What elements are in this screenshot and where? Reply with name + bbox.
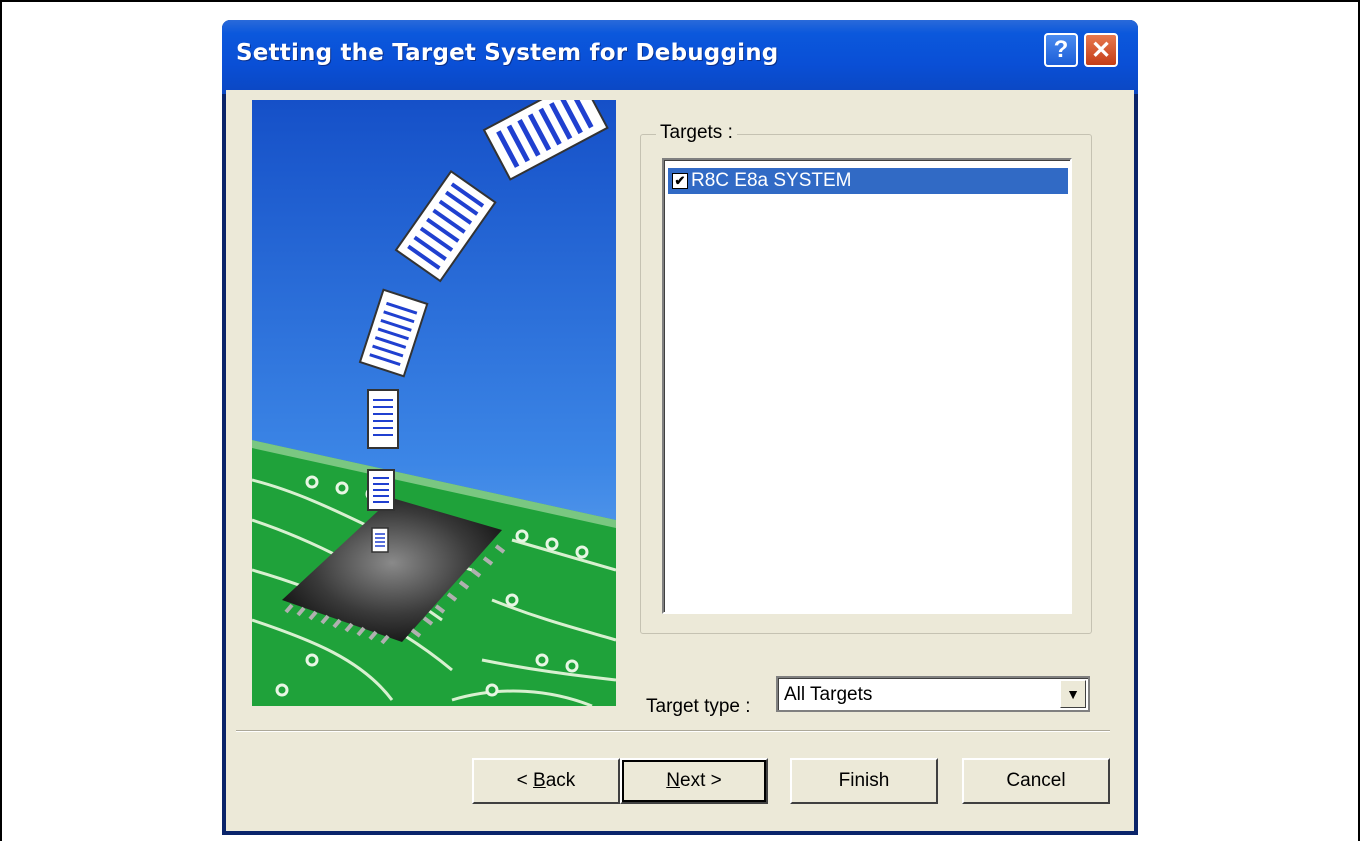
dialog-client-area: Targets : ✔ R8C E8a SYSTEM Target type :…	[226, 90, 1134, 831]
next-button-rest: ext >	[680, 770, 722, 791]
back-button-mnemonic: B	[533, 770, 546, 791]
chip-programming-illustration	[252, 100, 616, 706]
back-button-prefix: <	[516, 770, 534, 791]
target-item-label: R8C E8a SYSTEM	[691, 170, 852, 191]
separator	[236, 730, 1110, 732]
next-button[interactable]: Next >	[620, 758, 768, 804]
targets-group-label: Targets :	[656, 122, 737, 144]
target-type-value: All Targets	[784, 684, 873, 705]
dialog-title: Setting the Target System for Debugging	[236, 40, 779, 66]
wizard-illustration	[252, 100, 616, 706]
help-button[interactable]: ?	[1044, 33, 1078, 67]
close-button[interactable]: ✕	[1084, 33, 1118, 67]
back-button-rest: ack	[545, 770, 576, 791]
target-type-dropdown[interactable]: All Targets ▼	[776, 676, 1090, 712]
wizard-dialog: Setting the Target System for Debugging …	[222, 20, 1138, 835]
next-button-mnemonic: N	[666, 770, 680, 791]
cancel-button[interactable]: Cancel	[962, 758, 1110, 804]
target-type-label: Target type :	[646, 696, 751, 717]
title-bar[interactable]: Setting the Target System for Debugging …	[222, 20, 1138, 94]
target-item-r8c-e8a-system[interactable]: ✔ R8C E8a SYSTEM	[668, 168, 1068, 194]
chevron-down-icon[interactable]: ▼	[1060, 680, 1086, 708]
back-button[interactable]: < Back	[472, 758, 620, 804]
finish-button[interactable]: Finish	[790, 758, 938, 804]
help-icon: ?	[1053, 36, 1069, 63]
close-icon: ✕	[1090, 36, 1112, 64]
targets-listbox[interactable]: ✔ R8C E8a SYSTEM	[662, 158, 1072, 614]
target-checkbox[interactable]: ✔	[672, 173, 688, 189]
